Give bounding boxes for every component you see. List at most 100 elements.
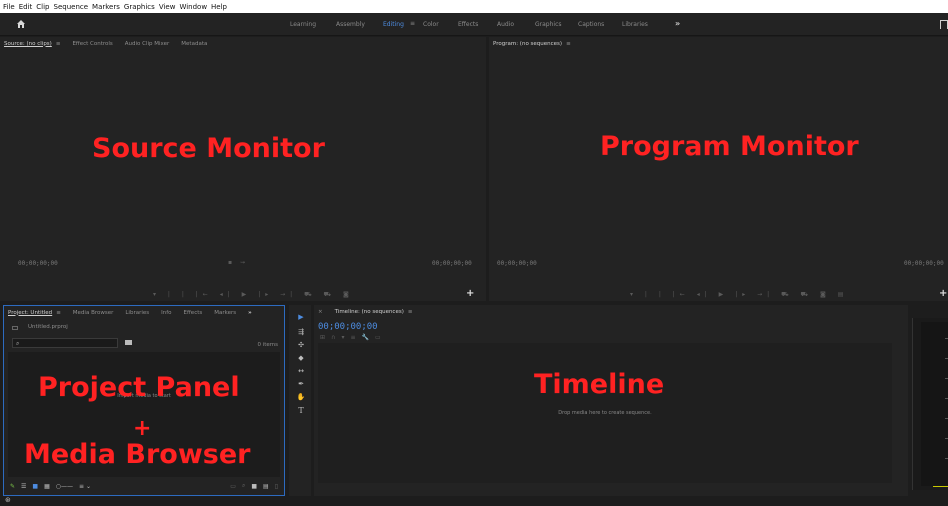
project-panel: Project: Untitled ≡ Media Browser Librar… <box>3 305 285 496</box>
workspace-tab-graphics[interactable]: Graphics <box>535 21 562 28</box>
project-panel-menu-icon[interactable]: ≡ <box>56 310 61 316</box>
slip-tool-icon[interactable]: ↔ <box>296 367 306 375</box>
zoom-slider-icon[interactable]: ○—— <box>56 483 73 490</box>
menu-file[interactable]: File <box>3 3 15 11</box>
source-drop-icons: ▪ ⇝ <box>228 259 249 266</box>
menu-clip[interactable]: Clip <box>36 3 49 11</box>
timeline-close-icon[interactable]: × <box>318 309 323 315</box>
hand-tool-icon[interactable]: ✋ <box>296 393 306 401</box>
tab-source[interactable]: Source: (no clips) <box>4 41 52 47</box>
program-transport-controls[interactable]: ▾ | | |← ◂| ▶ |▸ →| ⛟ ⛟ ◙ ▤ <box>630 291 848 299</box>
workspace-tab-libraries[interactable]: Libraries <box>622 21 648 28</box>
timeline-panel-tabs: × Timeline: (no sequences) ≡ <box>314 305 908 318</box>
linked-selection-icon[interactable]: ∩ <box>331 334 341 341</box>
workspace-tab-effects[interactable]: Effects <box>458 21 478 28</box>
pen-tool-icon[interactable]: ✒ <box>296 380 306 388</box>
sort-icon[interactable]: ≡ ⌄ <box>79 483 91 490</box>
project-tabs-more-icon[interactable]: » <box>248 310 252 316</box>
status-bar: ⊛ <box>0 496 948 506</box>
workspace-tab-audio[interactable]: Audio <box>497 21 514 28</box>
wrench-icon[interactable]: 🔧 <box>361 334 374 341</box>
program-timecode-current: 00;00;00;00 <box>497 260 537 267</box>
source-transport-controls[interactable]: ▾ | | |← ◂| ▶ |▸ →| ⛟ ⛟ ◙ <box>153 291 354 299</box>
program-monitor-panel: Program: (no sequences) ≡ Program Monito… <box>489 37 948 301</box>
tab-markers[interactable]: Markers <box>214 310 236 316</box>
snap-icon[interactable]: ⊞ <box>320 334 331 341</box>
workspace-tab-color[interactable]: Color <box>423 21 439 28</box>
project-search-input[interactable] <box>12 338 118 348</box>
project-panel-tabs: Project: Untitled ≡ Media Browser Librar… <box>4 306 284 319</box>
project-file-name: Untitled.prproj <box>28 324 68 330</box>
source-panel-tabs: Source: (no clips) ≡ Effect Controls Aud… <box>0 37 486 50</box>
workspace-more-icon[interactable]: » <box>675 19 680 28</box>
project-file-icon <box>12 326 18 330</box>
new-bin-icon[interactable] <box>125 340 132 345</box>
audio-meter <box>912 318 948 490</box>
timeline-toolbar: ⊞∩▾≡🔧▭ <box>320 334 387 341</box>
tab-audio-clip-mixer[interactable]: Audio Clip Mixer <box>125 41 170 47</box>
pencil-icon[interactable]: ✎ <box>10 483 15 490</box>
timeline-panel-menu-icon[interactable]: ≡ <box>408 309 413 315</box>
type-tool-icon[interactable]: T <box>296 406 306 415</box>
audio-meter-bar <box>921 322 948 486</box>
razor-tool-icon[interactable]: ◆ <box>296 354 306 362</box>
icon-view-icon[interactable]: ■ <box>32 483 38 490</box>
source-panel-menu-icon[interactable]: ≡ <box>56 41 61 47</box>
media-browser-label: Media Browser <box>24 439 251 470</box>
workspace-bar: Learning Assembly Editing ≡ Color Effect… <box>0 13 948 36</box>
menu-window[interactable]: Window <box>179 3 207 11</box>
source-timecode-in: 00;00;00;00 <box>18 260 58 267</box>
program-panel-tabs: Program: (no sequences) ≡ <box>489 37 948 50</box>
tab-media-browser[interactable]: Media Browser <box>73 310 114 316</box>
source-add-button[interactable]: + <box>466 288 474 299</box>
menu-sequence[interactable]: Sequence <box>54 3 89 11</box>
tab-metadata[interactable]: Metadata <box>181 41 207 47</box>
menu-bar: File Edit Clip Sequence Markers Graphics… <box>0 0 948 13</box>
timeline-settings-icon[interactable]: ≡ <box>350 334 361 341</box>
tab-program[interactable]: Program: (no sequences) <box>493 41 562 47</box>
captions-icon[interactable]: ▭ <box>375 334 387 341</box>
timeline-timecode[interactable]: 00;00;00;00 <box>318 322 378 332</box>
new-item-icon[interactable]: ▤ <box>263 483 269 490</box>
timeline-label: Timeline <box>534 369 665 400</box>
list-view-icon[interactable]: ☰ <box>21 483 26 490</box>
program-timecode-duration: 00;00;00;00 <box>904 260 944 267</box>
workspace-tab-assembly[interactable]: Assembly <box>336 21 365 28</box>
project-bottom-toolbar: ✎ ☰ ■ ▦ ○—— ≡ ⌄ ▭ ⌕ ■ ▤ ▯ <box>10 481 278 491</box>
automate-icon[interactable]: ▭ <box>230 483 236 490</box>
ripple-edit-tool-icon[interactable]: ✣ <box>296 341 306 349</box>
selection-tool-icon[interactable]: ▶ <box>296 313 306 321</box>
meter-level-line <box>933 486 948 487</box>
new-bin-bottom-icon[interactable]: ■ <box>251 483 257 490</box>
tab-effect-controls[interactable]: Effect Controls <box>72 41 112 47</box>
workspace-menu-icon[interactable]: ≡ <box>410 20 415 27</box>
workspace-tab-learning[interactable]: Learning <box>290 21 316 28</box>
track-select-tool-icon[interactable]: ⇶ <box>296 328 306 336</box>
project-panel-label: Project Panel <box>38 372 240 403</box>
source-monitor-label: Source Monitor <box>92 133 325 164</box>
tab-libraries[interactable]: Libraries <box>125 310 149 316</box>
status-icon[interactable]: ⊛ <box>5 496 11 504</box>
find-icon[interactable]: ⌕ <box>242 482 245 490</box>
source-timecode-duration: 00;00;00;00 <box>432 260 472 267</box>
tab-effects[interactable]: Effects <box>184 310 203 316</box>
project-plus-label: + <box>133 416 152 441</box>
freeform-view-icon[interactable]: ▦ <box>44 483 50 490</box>
tab-project[interactable]: Project: Untitled <box>8 310 52 316</box>
tab-info[interactable]: Info <box>161 310 171 316</box>
tab-timeline[interactable]: Timeline: (no sequences) <box>335 309 404 315</box>
program-monitor-label: Program Monitor <box>600 131 859 162</box>
menu-edit[interactable]: Edit <box>19 3 33 11</box>
home-icon[interactable] <box>16 19 26 29</box>
menu-view[interactable]: View <box>159 3 176 11</box>
workspace-tab-editing[interactable]: Editing <box>383 21 404 28</box>
menu-graphics[interactable]: Graphics <box>124 3 155 11</box>
source-monitor-panel: Source: (no clips) ≡ Effect Controls Aud… <box>0 37 486 301</box>
workspace-tab-captions[interactable]: Captions <box>578 21 604 28</box>
menu-help[interactable]: Help <box>211 3 227 11</box>
menu-markers[interactable]: Markers <box>92 3 120 11</box>
share-icon[interactable] <box>940 20 948 29</box>
program-add-button[interactable]: + <box>939 288 947 299</box>
program-panel-menu-icon[interactable]: ≡ <box>566 41 571 47</box>
trash-icon[interactable]: ▯ <box>275 483 278 490</box>
